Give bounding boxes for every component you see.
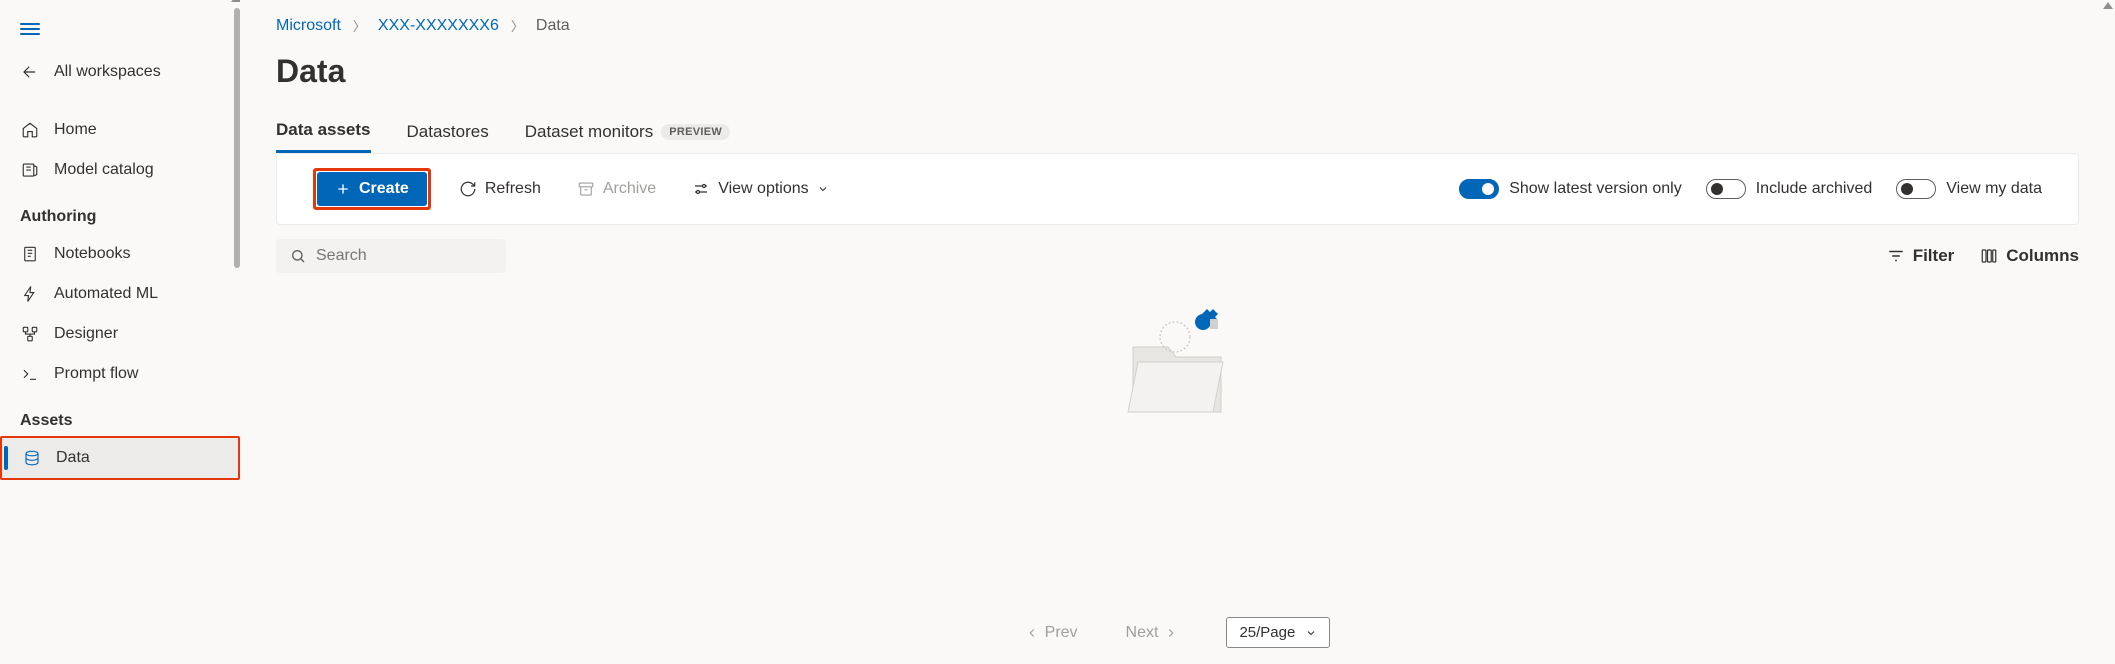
button-label: Prev — [1045, 624, 1078, 642]
nav-label: Designer — [54, 325, 118, 343]
breadcrumb-link[interactable]: XXX-XXXXXXX6 — [378, 17, 499, 35]
nav-home[interactable]: Home — [0, 110, 240, 150]
empty-state — [240, 287, 2115, 607]
breadcrumb-link[interactable]: Microsoft — [276, 17, 341, 35]
breadcrumb: Microsoft 〉 XXX-XXXXXXX6 〉 Data — [240, 0, 2115, 39]
tab-label: Datastores — [407, 122, 489, 142]
button-label: View options — [718, 180, 808, 198]
chevron-down-icon — [817, 183, 829, 195]
nav-section-assets: Assets — [0, 394, 240, 438]
lightning-icon — [20, 284, 40, 304]
nav-label: Model catalog — [54, 161, 154, 179]
view-options-button[interactable]: View options — [684, 174, 836, 204]
data-icon — [22, 448, 42, 468]
home-icon — [20, 120, 40, 140]
chevron-down-icon — [1305, 627, 1317, 639]
button-label: Refresh — [485, 180, 541, 198]
main-scrollbar[interactable] — [2101, 0, 2115, 664]
nav-notebooks[interactable]: Notebooks — [0, 234, 240, 274]
switch-off[interactable] — [1896, 179, 1936, 199]
nav-data[interactable]: Data — [2, 438, 238, 478]
button-label: Create — [359, 180, 409, 198]
filter-icon — [1887, 247, 1905, 265]
sliders-icon — [692, 180, 710, 198]
arrow-left-icon — [20, 62, 40, 82]
toggle-label: View my data — [1946, 180, 2042, 198]
prompt-flow-icon — [20, 364, 40, 384]
main-content: Microsoft 〉 XXX-XXXXXXX6 〉 Data Data Dat… — [240, 0, 2115, 664]
tab-data-assets[interactable]: Data assets — [276, 120, 371, 153]
archive-icon — [577, 180, 595, 198]
nav-label: Home — [54, 121, 97, 139]
filter-button[interactable]: Filter — [1887, 246, 1955, 266]
button-label: Archive — [603, 180, 656, 198]
chevron-right-icon: 〉 — [511, 16, 524, 35]
tab-label: Dataset monitors — [525, 122, 654, 142]
button-label: Filter — [1913, 246, 1955, 266]
columns-icon — [1980, 247, 1998, 265]
tab-dataset-monitors[interactable]: Dataset monitors PREVIEW — [525, 122, 730, 152]
pagination: Prev Next 25/Page — [240, 607, 2115, 664]
sidebar-scrollbar[interactable] — [230, 0, 240, 664]
button-label: Next — [1126, 624, 1159, 642]
prev-button: Prev — [1025, 624, 1078, 642]
refresh-button[interactable]: Refresh — [451, 174, 549, 204]
nav-model-catalog[interactable]: Model catalog — [0, 150, 240, 190]
nav-label: Notebooks — [54, 245, 131, 263]
toggle-label: Include archived — [1756, 180, 1873, 198]
nav-all-workspaces[interactable]: All workspaces — [0, 52, 240, 92]
tab-datastores[interactable]: Datastores — [407, 122, 489, 152]
search-input[interactable] — [316, 247, 492, 265]
refresh-icon — [459, 180, 477, 198]
tab-label: Data assets — [276, 120, 371, 140]
nav-label: Automated ML — [54, 285, 158, 303]
chevron-right-icon — [1164, 626, 1178, 640]
nav-section-authoring: Authoring — [0, 190, 240, 234]
page-title: Data — [240, 39, 2115, 102]
notebook-icon — [20, 244, 40, 264]
toggle-label: Show latest version only — [1509, 180, 1682, 198]
toolbar: Create Refresh Archive View options — [276, 153, 2079, 225]
empty-folder-illustration — [1108, 297, 1248, 437]
create-button[interactable]: Create — [317, 172, 427, 206]
preview-badge: PREVIEW — [661, 124, 730, 140]
nav-label: Data — [56, 449, 90, 467]
toggle-include-archived[interactable]: Include archived — [1706, 179, 1873, 199]
toggle-view-my-data[interactable]: View my data — [1896, 179, 2042, 199]
sidebar: All workspaces Home Model catalog Author… — [0, 0, 240, 664]
switch-off[interactable] — [1706, 179, 1746, 199]
select-label: 25/Page — [1239, 624, 1295, 641]
list-toolbar: Filter Columns — [240, 225, 2115, 287]
archive-button: Archive — [569, 174, 664, 204]
button-label: Columns — [2006, 246, 2079, 266]
search-icon — [290, 248, 306, 264]
designer-icon — [20, 324, 40, 344]
page-size-select[interactable]: 25/Page — [1226, 617, 1330, 648]
nav-designer[interactable]: Designer — [0, 314, 240, 354]
nav-label: All workspaces — [54, 63, 161, 81]
search-box[interactable] — [276, 239, 506, 273]
nav-label: Prompt flow — [54, 365, 138, 383]
switch-on[interactable] — [1459, 179, 1499, 199]
plus-icon — [335, 181, 351, 197]
columns-button[interactable]: Columns — [1980, 246, 2079, 266]
chevron-right-icon: 〉 — [353, 16, 366, 35]
nav-prompt-flow[interactable]: Prompt flow — [0, 354, 240, 394]
tabs: Data assets Datastores Dataset monitors … — [240, 102, 2115, 153]
toggle-show-latest[interactable]: Show latest version only — [1459, 179, 1682, 199]
next-button: Next — [1126, 624, 1179, 642]
breadcrumb-current: Data — [536, 17, 570, 35]
catalog-icon — [20, 160, 40, 180]
chevron-left-icon — [1025, 626, 1039, 640]
nav-automated-ml[interactable]: Automated ML — [0, 274, 240, 314]
hamburger-menu[interactable] — [0, 12, 240, 52]
